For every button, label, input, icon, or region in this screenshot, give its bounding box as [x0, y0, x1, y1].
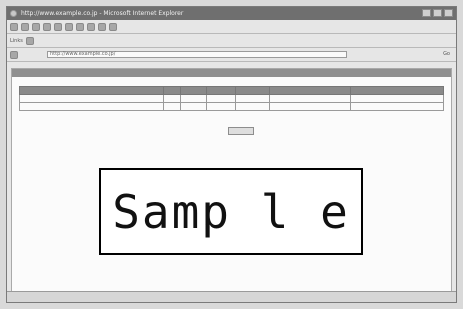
window-title: http://www.example.co.jp - Microsoft Int…	[21, 10, 184, 17]
table-cell	[205, 94, 237, 103]
address-value: http://www.example.co.jp/	[50, 51, 116, 57]
stop-icon[interactable]	[32, 22, 40, 31]
print-icon[interactable]	[109, 22, 117, 31]
column-header	[163, 86, 182, 95]
action-button[interactable]	[228, 127, 254, 135]
column-header	[235, 86, 271, 95]
mail-icon[interactable]	[98, 22, 106, 31]
table-cell	[269, 102, 351, 111]
links-toolbar: Links	[7, 34, 456, 48]
table-header-row	[18, 86, 445, 95]
table-cell	[235, 94, 271, 103]
address-bar: http://www.example.co.jp/ Go	[7, 48, 456, 62]
browser-window: http://www.example.co.jp - Microsoft Int…	[6, 6, 457, 303]
sample-text: Samp l e	[112, 184, 350, 239]
table-cell	[235, 102, 271, 111]
chevron-down-icon[interactable]	[25, 36, 34, 45]
data-table	[18, 86, 445, 111]
forward-icon[interactable]	[21, 22, 29, 31]
column-header	[269, 86, 351, 95]
nav-toolbar	[7, 20, 456, 34]
search-icon[interactable]	[65, 22, 73, 31]
title-bar: http://www.example.co.jp - Microsoft Int…	[7, 7, 456, 20]
table-cell	[180, 94, 207, 103]
table-cell	[18, 94, 165, 103]
table-cell	[163, 94, 182, 103]
refresh-icon[interactable]	[43, 22, 51, 31]
browser-icon	[10, 10, 17, 17]
table-cell	[180, 102, 207, 111]
status-bar	[7, 291, 456, 302]
back-icon[interactable]	[10, 22, 18, 31]
close-icon[interactable]	[444, 9, 453, 17]
links-label[interactable]: Links	[10, 38, 23, 44]
history-icon[interactable]	[87, 22, 95, 31]
table-cell	[163, 102, 182, 111]
table-cell	[349, 94, 445, 103]
window-controls	[422, 9, 453, 17]
column-header	[18, 86, 165, 95]
table-cell	[349, 102, 445, 111]
address-input[interactable]: http://www.example.co.jp/	[47, 51, 347, 58]
home-icon[interactable]	[54, 22, 62, 31]
sample-watermark: Samp l e	[99, 168, 363, 255]
page-icon	[10, 50, 18, 59]
maximize-icon[interactable]	[433, 9, 442, 17]
page-content: Samp l e	[11, 68, 452, 292]
column-header	[180, 86, 207, 95]
table-row[interactable]	[18, 94, 445, 103]
favorites-icon[interactable]	[76, 22, 84, 31]
table-row[interactable]	[18, 102, 445, 111]
table-cell	[269, 94, 351, 103]
go-button[interactable]: Go	[443, 51, 450, 57]
minimize-icon[interactable]	[422, 9, 431, 17]
table-cell	[205, 102, 237, 111]
page-header	[12, 69, 451, 77]
table-cell	[18, 102, 165, 111]
column-header	[349, 86, 445, 95]
column-header	[205, 86, 237, 95]
